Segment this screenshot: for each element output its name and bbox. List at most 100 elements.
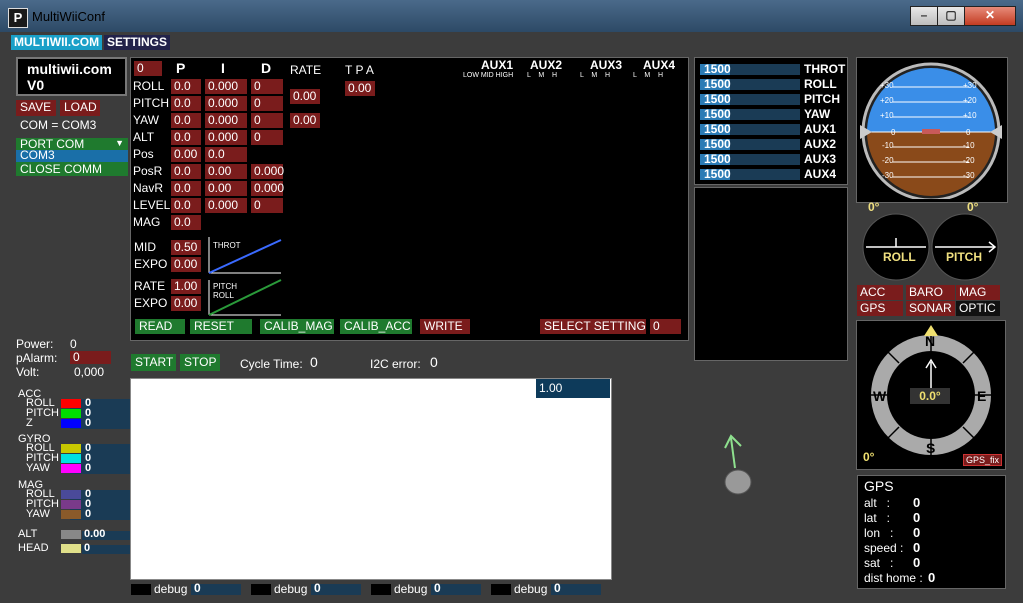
- head-value: 0: [84, 542, 91, 554]
- aux4-header: AUX4: [643, 58, 676, 72]
- expo-field[interactable]: 0.00: [171, 257, 201, 272]
- save-button[interactable]: SAVE: [16, 100, 56, 116]
- mid-field[interactable]: 0.50: [171, 240, 201, 255]
- graph-scale-field[interactable]: 1.00: [536, 379, 610, 398]
- sensor-row-swatch: [61, 399, 81, 408]
- rc-channel-bar: 1500: [700, 92, 800, 106]
- select-setting-button[interactable]: SELECT SETTING: [540, 319, 646, 334]
- i2c-error-label: I2C error:: [370, 357, 421, 371]
- close-comm-button[interactable]: CLOSE COMM: [16, 162, 128, 176]
- rate-field[interactable]: 1.00: [171, 279, 201, 294]
- pid-i-field[interactable]: 0.00: [205, 181, 247, 196]
- palarm-label: pAlarm:: [16, 351, 58, 365]
- rc-channel-bar: 1500: [700, 152, 800, 166]
- pid-d-field[interactable]: 0: [251, 130, 283, 145]
- rc-channel-name: AUX3: [804, 152, 837, 166]
- close-button[interactable]: ✕: [964, 6, 1016, 26]
- pitch-tick-right-m30: -30: [963, 171, 975, 180]
- pid-p-field[interactable]: 0.0: [171, 113, 201, 128]
- expo-label: EXPO: [134, 257, 168, 271]
- com-status: COM = COM3: [20, 118, 97, 132]
- rate-rollpitch-field[interactable]: 0.00: [290, 89, 320, 104]
- pid-p-field[interactable]: 0.00: [171, 147, 201, 162]
- rc-channel-value: 1500: [704, 62, 731, 76]
- pid-i-field[interactable]: 0.000: [205, 198, 247, 213]
- pitch-tick-left-10: +10: [880, 111, 894, 120]
- pid-d-field[interactable]: 0: [251, 96, 283, 111]
- expo2-label: EXPO: [134, 296, 168, 310]
- app-icon: P: [8, 8, 28, 28]
- col-p-header: P: [176, 60, 186, 76]
- sensor-row-value: 0: [85, 508, 92, 520]
- tpa-field[interactable]: 0.00: [345, 81, 375, 96]
- pid-i-field[interactable]: 0.000: [205, 113, 247, 128]
- roll-pitch-dials: [862, 213, 999, 281]
- pitch-tick-right-m10: -10: [963, 141, 975, 150]
- pid-i-field[interactable]: 0.00: [205, 164, 247, 179]
- brand-version: V0: [27, 77, 45, 93]
- sensor-mag: MAG: [956, 285, 1000, 300]
- sensor-graph-area: [130, 378, 612, 580]
- pid-d-field[interactable]: 0.000: [251, 164, 284, 179]
- power-label: Power:: [16, 337, 54, 351]
- aux1-sub: LOW MID HIGH: [463, 72, 514, 79]
- tab-multiwii[interactable]: MULTIWII.COM: [11, 35, 103, 50]
- load-button[interactable]: LOAD: [60, 100, 100, 116]
- pid-d-field[interactable]: 0: [251, 79, 283, 94]
- debug-label: debug: [274, 582, 308, 596]
- pid-d-field[interactable]: 0: [251, 198, 283, 213]
- setting-value-field[interactable]: 0: [650, 319, 681, 334]
- maximize-button[interactable]: ▢: [937, 6, 965, 26]
- artificial-horizon: [860, 62, 1002, 199]
- rc-channel-bar: 1500: [700, 107, 800, 121]
- write-button[interactable]: WRITE: [420, 319, 470, 334]
- aux1-header: AUX1: [481, 58, 514, 72]
- sensor-row-value: 0: [85, 462, 92, 474]
- minimize-button[interactable]: –: [910, 6, 938, 26]
- gps-row-value: 0: [913, 540, 921, 555]
- window-title-bar[interactable]: [0, 0, 1023, 32]
- rc-channel-bar: 1500: [700, 137, 800, 151]
- pid-p-field[interactable]: 0.0: [171, 181, 201, 196]
- pid-d-field[interactable]: 0.000: [251, 181, 284, 196]
- window-title: MultiWiiConf: [32, 9, 105, 24]
- aux3-header: AUX3: [590, 58, 623, 72]
- debug-label: debug: [514, 582, 548, 596]
- pid-p-field[interactable]: 0.0: [171, 164, 201, 179]
- pid-p-field[interactable]: 0.0: [171, 79, 201, 94]
- pid-i-field[interactable]: 0.000: [205, 79, 247, 94]
- pid-p-field[interactable]: 0.0: [171, 130, 201, 145]
- reset-button[interactable]: RESET: [190, 319, 252, 334]
- stop-button[interactable]: STOP: [180, 354, 220, 371]
- expo2-field[interactable]: 0.00: [171, 296, 201, 311]
- rate-yaw-field[interactable]: 0.00: [290, 113, 320, 128]
- gps-row-label: lon :: [864, 526, 894, 540]
- pid-i-field[interactable]: 0.0: [205, 147, 247, 162]
- pid-index-field[interactable]: 0: [134, 61, 162, 76]
- start-button[interactable]: START: [131, 354, 176, 371]
- compass-east: E: [977, 388, 987, 404]
- pid-i-field[interactable]: 0.000: [205, 130, 247, 145]
- pid-p-field[interactable]: 0.0: [171, 215, 201, 230]
- pid-d-field[interactable]: 0: [251, 113, 283, 128]
- pid-p-field[interactable]: 0.0: [171, 198, 201, 213]
- read-button[interactable]: READ: [135, 319, 185, 334]
- pid-p-field[interactable]: 0.0: [171, 96, 201, 111]
- model-arrow-line: [730, 437, 736, 469]
- pitch-curve-label: PITCH: [213, 282, 237, 291]
- compass-west: W: [873, 388, 887, 404]
- ground: [867, 132, 995, 196]
- pitch-tick-right-0: 0: [966, 128, 971, 137]
- gps-row-value: 0: [913, 510, 921, 525]
- aux-display-panel: [694, 187, 848, 361]
- calib-mag-button[interactable]: CALIB_MAG: [260, 319, 334, 334]
- port-com-option[interactable]: COM3: [16, 149, 128, 162]
- calib-acc-button[interactable]: CALIB_ACC: [340, 319, 412, 334]
- chevron-down-icon: ▼: [115, 138, 124, 148]
- pid-i-field[interactable]: 0.000: [205, 96, 247, 111]
- rc-channel-name: AUX2: [804, 137, 837, 151]
- palarm-field[interactable]: 0: [70, 351, 111, 364]
- debug-swatch: [131, 584, 151, 595]
- debug-value: 0: [194, 581, 201, 595]
- tab-settings[interactable]: SETTINGS: [104, 35, 171, 50]
